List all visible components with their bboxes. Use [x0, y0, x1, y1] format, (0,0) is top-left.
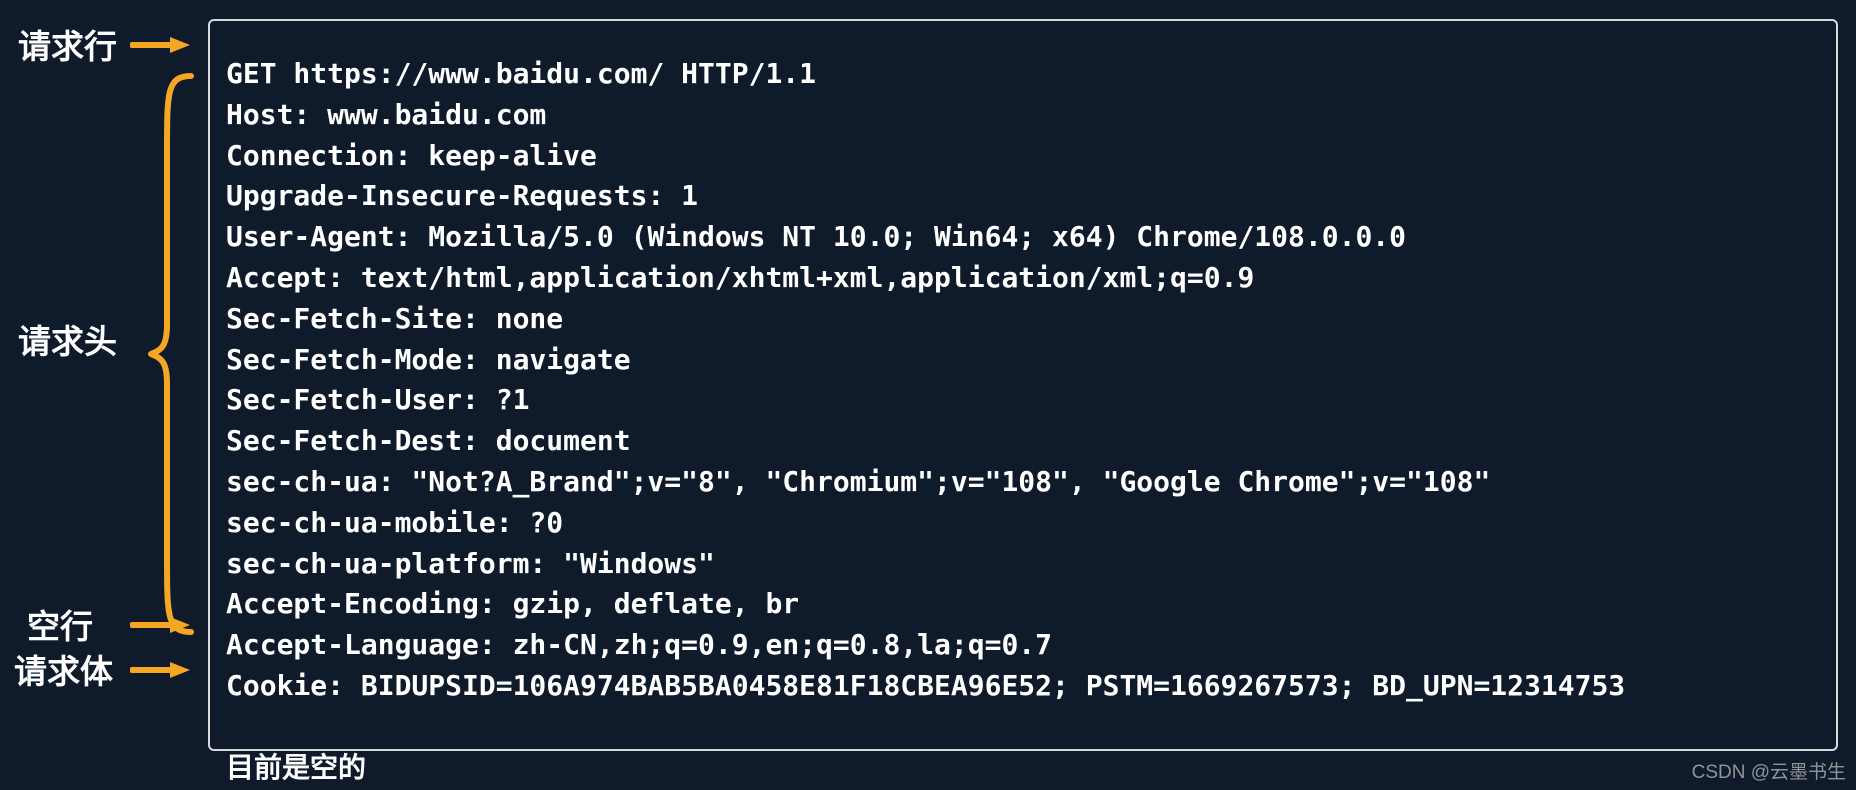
code-header-line: Sec-Fetch-User: ?1 [226, 383, 529, 416]
label-request-headers: 请求头 [18, 325, 117, 358]
http-request-text: GET https://www.baidu.com/ HTTP/1.1 Host… [226, 54, 1625, 788]
code-header-line: Accept-Language: zh-CN,zh;q=0.9,en;q=0.8… [226, 628, 1052, 661]
code-header-line: Cookie: BIDUPSID=106A974BAB5BA0458E81F18… [226, 669, 1625, 702]
code-blank-line [226, 710, 243, 743]
code-header-line: Sec-Fetch-Site: none [226, 302, 563, 335]
brace-icon [147, 72, 195, 636]
code-header-line: sec-ch-ua-mobile: ?0 [226, 506, 563, 539]
code-header-line: Connection: keep-alive [226, 139, 597, 172]
label-request-body: 请求体 [14, 655, 113, 688]
code-request-line: GET https://www.baidu.com/ HTTP/1.1 [226, 57, 816, 90]
diagram-canvas: 请求行 请求头 空行 请求体 GET https://www.baidu.com… [0, 0, 1856, 790]
code-header-line: sec-ch-ua-platform: "Windows" [226, 547, 715, 580]
arrow-icon [130, 35, 190, 55]
code-body-note: 目前是空的 [226, 751, 366, 784]
code-header-line: sec-ch-ua: "Not?A_Brand";v="8", "Chromiu… [226, 465, 1490, 498]
code-header-line: User-Agent: Mozilla/5.0 (Windows NT 10.0… [226, 220, 1406, 253]
arrow-icon [130, 660, 190, 680]
code-header-line: Accept: text/html,application/xhtml+xml,… [226, 261, 1254, 294]
code-header-line: Accept-Encoding: gzip, deflate, br [226, 587, 799, 620]
code-header-line: Host: www.baidu.com [226, 98, 546, 131]
code-header-line: Sec-Fetch-Mode: navigate [226, 343, 631, 376]
code-header-line: Sec-Fetch-Dest: document [226, 424, 631, 457]
watermark-text: CSDN @云墨书生 [1692, 757, 1846, 784]
code-header-line: Upgrade-Insecure-Requests: 1 [226, 179, 698, 212]
label-blank-line: 空行 [27, 610, 93, 643]
label-request-line: 请求行 [18, 30, 117, 63]
